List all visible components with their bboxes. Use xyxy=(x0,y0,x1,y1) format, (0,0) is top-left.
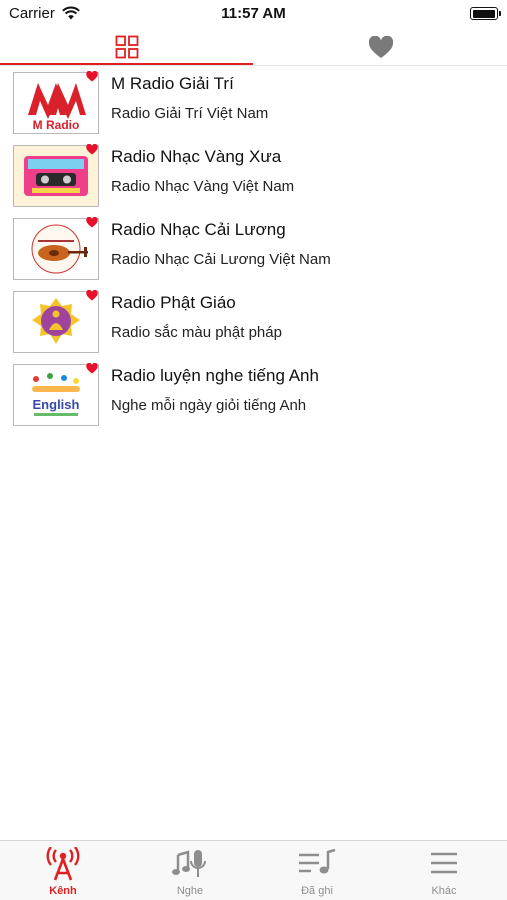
favorite-heart-icon[interactable] xyxy=(86,363,98,374)
english-logo-text: English xyxy=(33,397,80,412)
channel-row[interactable]: Radio Nhạc Vàng Xưa Radio Nhạc Vàng Việt… xyxy=(0,143,507,216)
tab-label: Kênh xyxy=(49,885,77,897)
channel-title: Radio Nhạc Cải Lương xyxy=(111,220,286,239)
bottom-tab-bar: Kênh Nghe Đã ghi Khác xyxy=(0,840,507,900)
favorite-heart-icon[interactable] xyxy=(86,144,98,155)
tab-nghe[interactable]: Nghe xyxy=(127,841,253,900)
radio-tower-icon xyxy=(46,847,80,881)
channel-subtitle: Radio sắc màu phật pháp xyxy=(111,324,282,341)
channel-subtitle: Nghe mỗi ngày giỏi tiếng Anh xyxy=(111,397,307,414)
tab-label: Đã ghi xyxy=(301,885,333,897)
channel-title: Radio Phật Giáo xyxy=(111,293,236,312)
tab-favorites[interactable] xyxy=(254,28,507,66)
favorite-heart-icon[interactable] xyxy=(86,290,98,301)
channel-subtitle: Radio Giải Trí Việt Nam xyxy=(111,105,269,122)
playlist-icon xyxy=(299,848,336,874)
tab-label: Khác xyxy=(431,885,457,897)
tab-da-ghi[interactable]: Đã ghi xyxy=(254,841,380,900)
battery-level xyxy=(472,9,495,18)
top-tab-bar xyxy=(0,28,507,66)
channel-row[interactable]: English Radio luyện nghe tiếng Anh Nghe … xyxy=(0,362,507,435)
channel-title: Radio Nhạc Vàng Xưa xyxy=(111,147,282,166)
channel-title: M Radio Giải Trí xyxy=(111,74,234,93)
favorite-heart-icon[interactable] xyxy=(86,217,98,228)
channel-subtitle: Radio Nhạc Vàng Việt Nam xyxy=(111,178,295,195)
favorite-heart-icon[interactable] xyxy=(86,71,98,82)
heart-icon xyxy=(368,35,393,58)
m-radio-logo-text: M Radio xyxy=(33,118,80,132)
channel-row[interactable]: Radio Phật Giáo Radio sắc màu phật pháp xyxy=(0,289,507,362)
tab-khac[interactable]: Khác xyxy=(381,841,507,900)
tab-label: Nghe xyxy=(176,885,204,897)
channel-subtitle: Radio Nhạc Cải Lương Việt Nam xyxy=(111,251,331,268)
status-bar: Carrier 11:57 AM xyxy=(0,0,507,28)
channel-row[interactable]: M Radio M Radio Giải Trí Radio Giải Trí … xyxy=(0,70,507,143)
music-mic-icon xyxy=(172,850,206,877)
channel-row[interactable]: Radio Nhạc Cải Lương Radio Nhạc Cải Lươn… xyxy=(0,216,507,289)
menu-icon xyxy=(431,852,457,874)
channel-title: Radio luyện nghe tiếng Anh xyxy=(111,366,319,385)
battery-icon xyxy=(470,7,501,20)
tab-kenh[interactable]: Kênh xyxy=(0,841,126,900)
grid-icon xyxy=(115,35,138,59)
tab-all-channels[interactable] xyxy=(0,28,253,66)
status-time: 11:57 AM xyxy=(221,5,286,22)
tab-divider xyxy=(0,65,507,66)
